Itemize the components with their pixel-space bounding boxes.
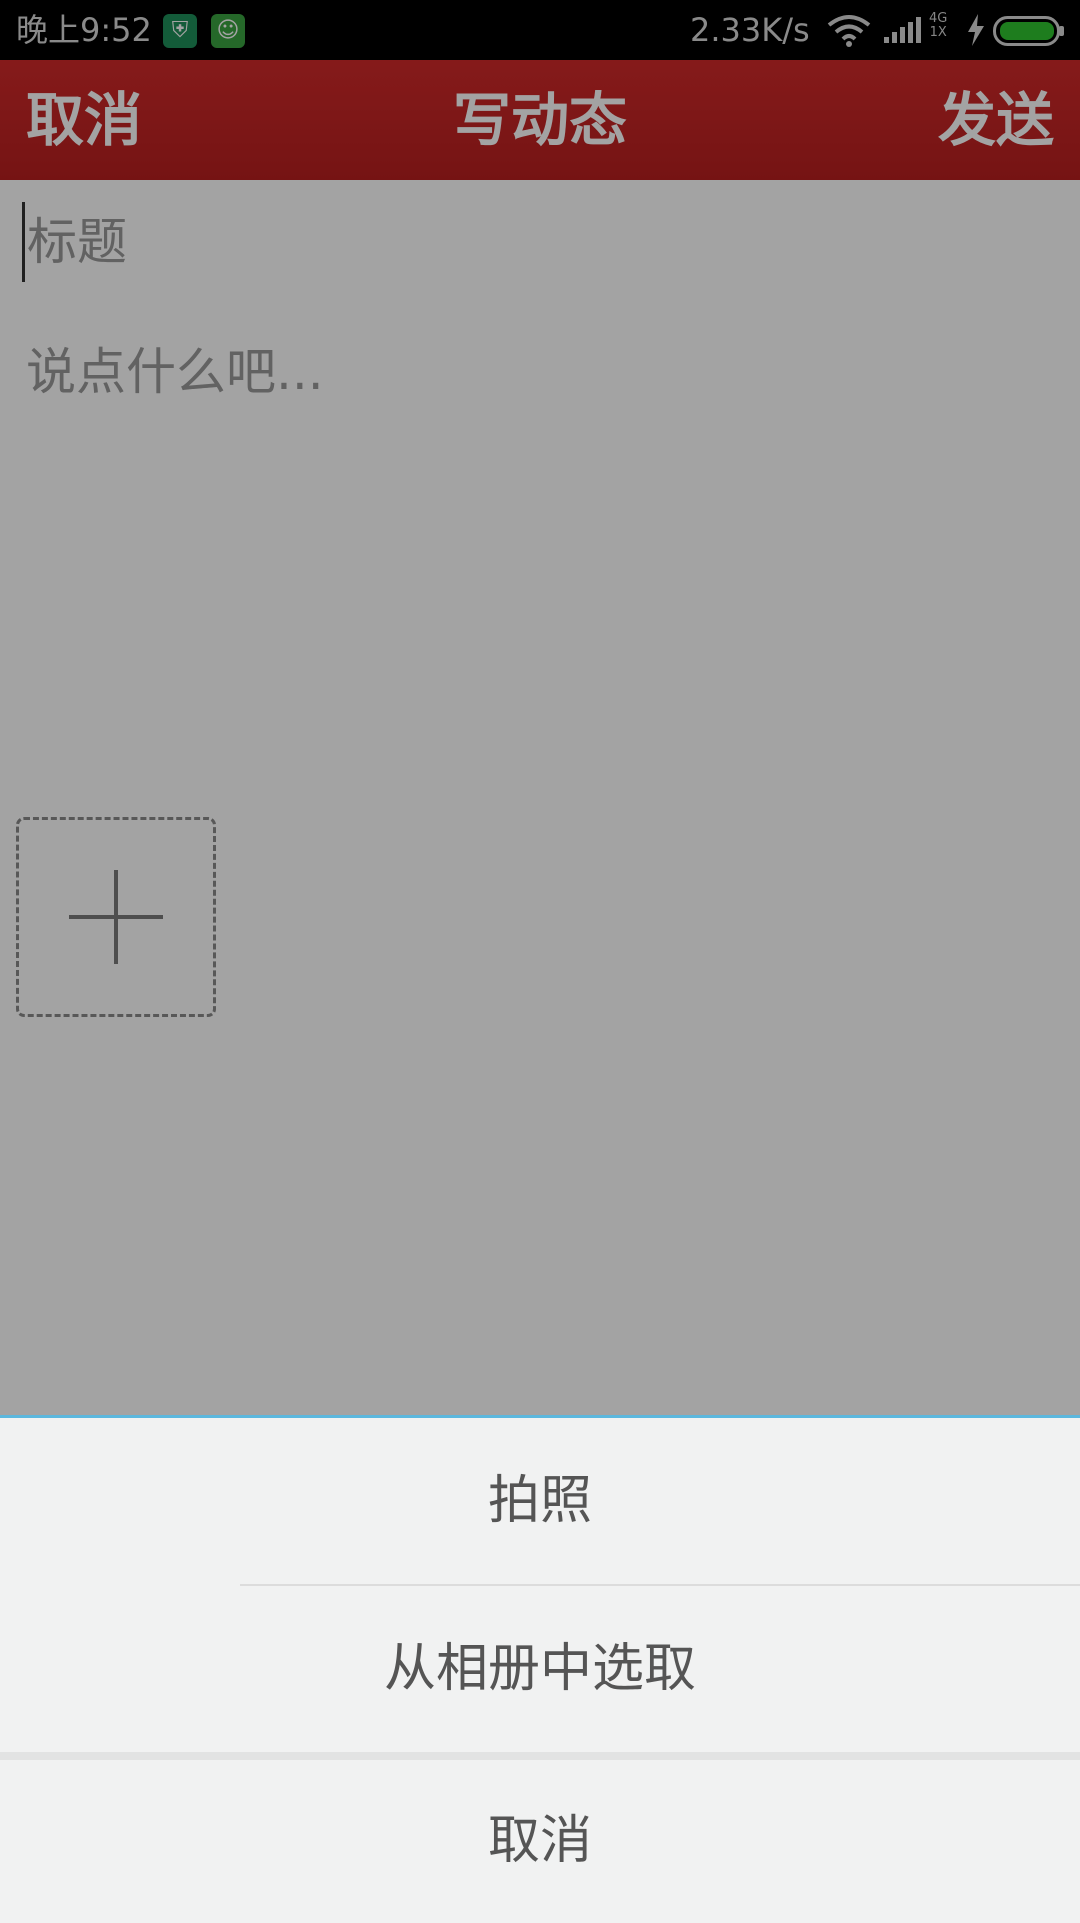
photo-action-sheet: 拍照 从相册中选取 取消: [0, 1415, 1080, 1923]
take-photo-option[interactable]: 拍照: [0, 1418, 1080, 1584]
divider: [0, 1752, 1080, 1760]
sheet-cancel-button[interactable]: 取消: [0, 1760, 1080, 1923]
choose-from-album-option[interactable]: 从相册中选取: [0, 1586, 1080, 1752]
